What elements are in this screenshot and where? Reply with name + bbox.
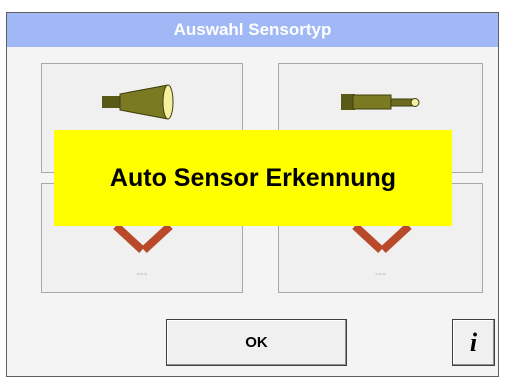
ok-button[interactable]: OK [166, 319, 347, 366]
thin-probe-sensor-icon [341, 94, 420, 110]
banner-text: Auto Sensor Erkennung [109, 163, 397, 192]
info-icon: i [469, 327, 478, 357]
large-probe-sensor-icon [102, 84, 174, 120]
sensor-tile-label: --- [375, 268, 386, 280]
sensor-tile-label: --- [136, 268, 148, 280]
auto-sensor-detection-banner: Auto Sensor Erkennung [54, 130, 452, 226]
no-sensor-cross-icon [352, 224, 412, 253]
no-sensor-cross-icon [113, 224, 173, 253]
dialog-title: Auswahl Sensortyp [7, 13, 498, 47]
info-button[interactable]: i [452, 319, 495, 366]
ok-button-label: OK [245, 334, 268, 351]
